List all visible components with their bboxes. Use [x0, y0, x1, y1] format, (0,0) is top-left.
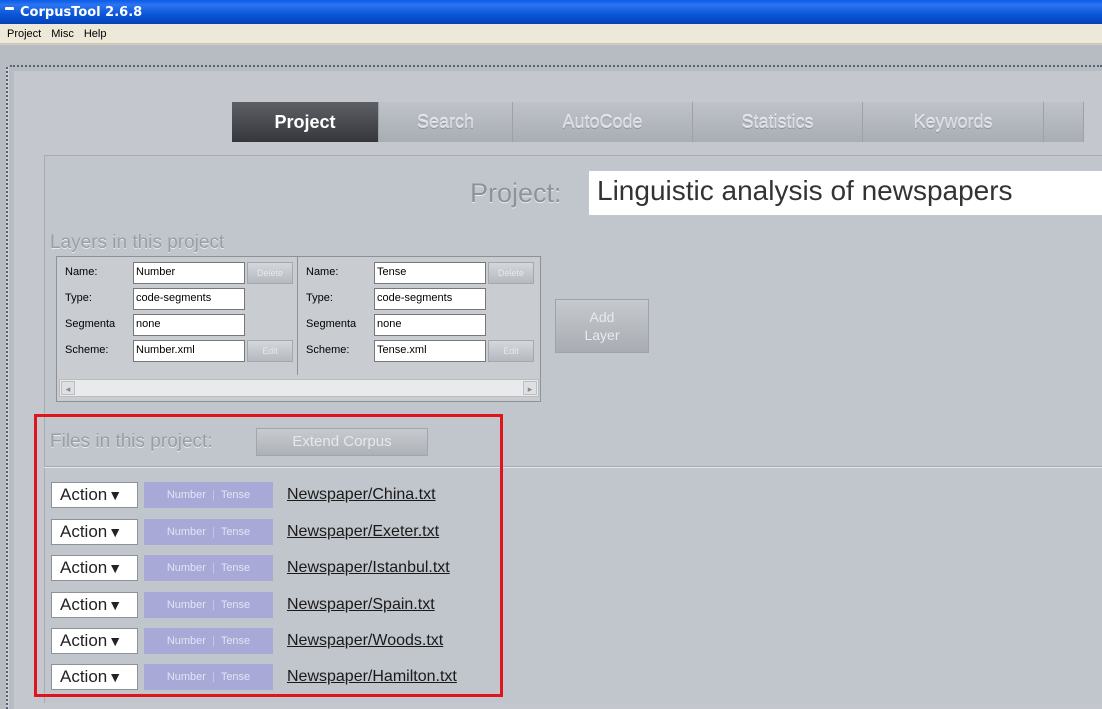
layer-name-field[interactable]: Tense	[374, 262, 486, 284]
title-bar: CorpusTool 2.6.8	[0, 0, 1102, 24]
menu-help[interactable]: Help	[79, 28, 112, 40]
add-layer-label-1: Add	[589, 309, 615, 325]
layer-segmentation-label: Segmenta	[306, 318, 357, 330]
tab-project[interactable]: Project	[232, 102, 379, 142]
project-name-field[interactable]: Linguistic analysis of newspapers	[589, 171, 1102, 215]
add-layer-label-2: Layer	[584, 327, 620, 343]
highlight-box	[34, 414, 503, 697]
layer-type-field[interactable]: code-segments	[374, 288, 486, 310]
layers-box: Name: Number Delete Type: code-segments …	[56, 256, 541, 402]
frame-border-top	[10, 65, 1102, 67]
edit-scheme-button[interactable]: Edit	[247, 340, 293, 362]
frame-border-left	[6, 67, 9, 709]
layer-type-label: Type:	[65, 292, 92, 304]
layer-name-field[interactable]: Number	[133, 262, 245, 284]
menu-project[interactable]: Project	[2, 28, 46, 40]
scroll-right-icon[interactable]: ▸	[523, 381, 537, 395]
tab-keywords[interactable]: Keywords	[863, 102, 1044, 142]
project-label: Project:	[470, 178, 562, 208]
layer-type-label: Type:	[306, 292, 333, 304]
layer-divider	[297, 257, 298, 375]
layers-scrollbar[interactable]: ◂ ▸	[59, 379, 539, 397]
add-layer-button[interactable]: Add Layer	[555, 299, 649, 353]
tab-statistics[interactable]: Statistics	[693, 102, 863, 142]
layer-card-tense: Name: Tense Delete Type: code-segments S…	[300, 259, 540, 375]
layer-segmentation-field[interactable]: none	[374, 314, 486, 336]
tab-bar: Project Search AutoCode Statistics Keywo…	[232, 102, 1084, 142]
tab-autocode[interactable]: AutoCode	[513, 102, 693, 142]
delete-layer-button[interactable]: Delete	[488, 262, 534, 284]
delete-layer-button[interactable]: Delete	[247, 262, 293, 284]
layer-card-number: Name: Number Delete Type: code-segments …	[59, 259, 299, 375]
scroll-left-icon[interactable]: ◂	[61, 381, 75, 395]
layer-name-label: Name:	[65, 266, 98, 278]
layer-name-label: Name:	[306, 266, 339, 278]
layer-scheme-label: Scheme:	[65, 344, 109, 356]
edit-scheme-button[interactable]: Edit	[488, 340, 534, 362]
window-title: CorpusTool 2.6.8	[20, 4, 143, 20]
layer-segmentation-field[interactable]: none	[133, 314, 245, 336]
layer-scheme-label: Scheme:	[306, 344, 350, 356]
layers-section-title: Layers in this project	[50, 232, 225, 253]
layer-segmentation-label: Segmenta	[65, 318, 116, 330]
layer-type-field[interactable]: code-segments	[133, 288, 245, 310]
menu-misc[interactable]: Misc	[46, 28, 79, 40]
app-icon	[4, 7, 16, 17]
tab-more[interactable]	[1044, 102, 1084, 142]
layer-scheme-field[interactable]: Number.xml	[133, 340, 245, 362]
layer-scheme-field[interactable]: Tense.xml	[374, 340, 486, 362]
tab-search[interactable]: Search	[379, 102, 513, 142]
menu-bar: Project Misc Help	[0, 24, 1102, 44]
